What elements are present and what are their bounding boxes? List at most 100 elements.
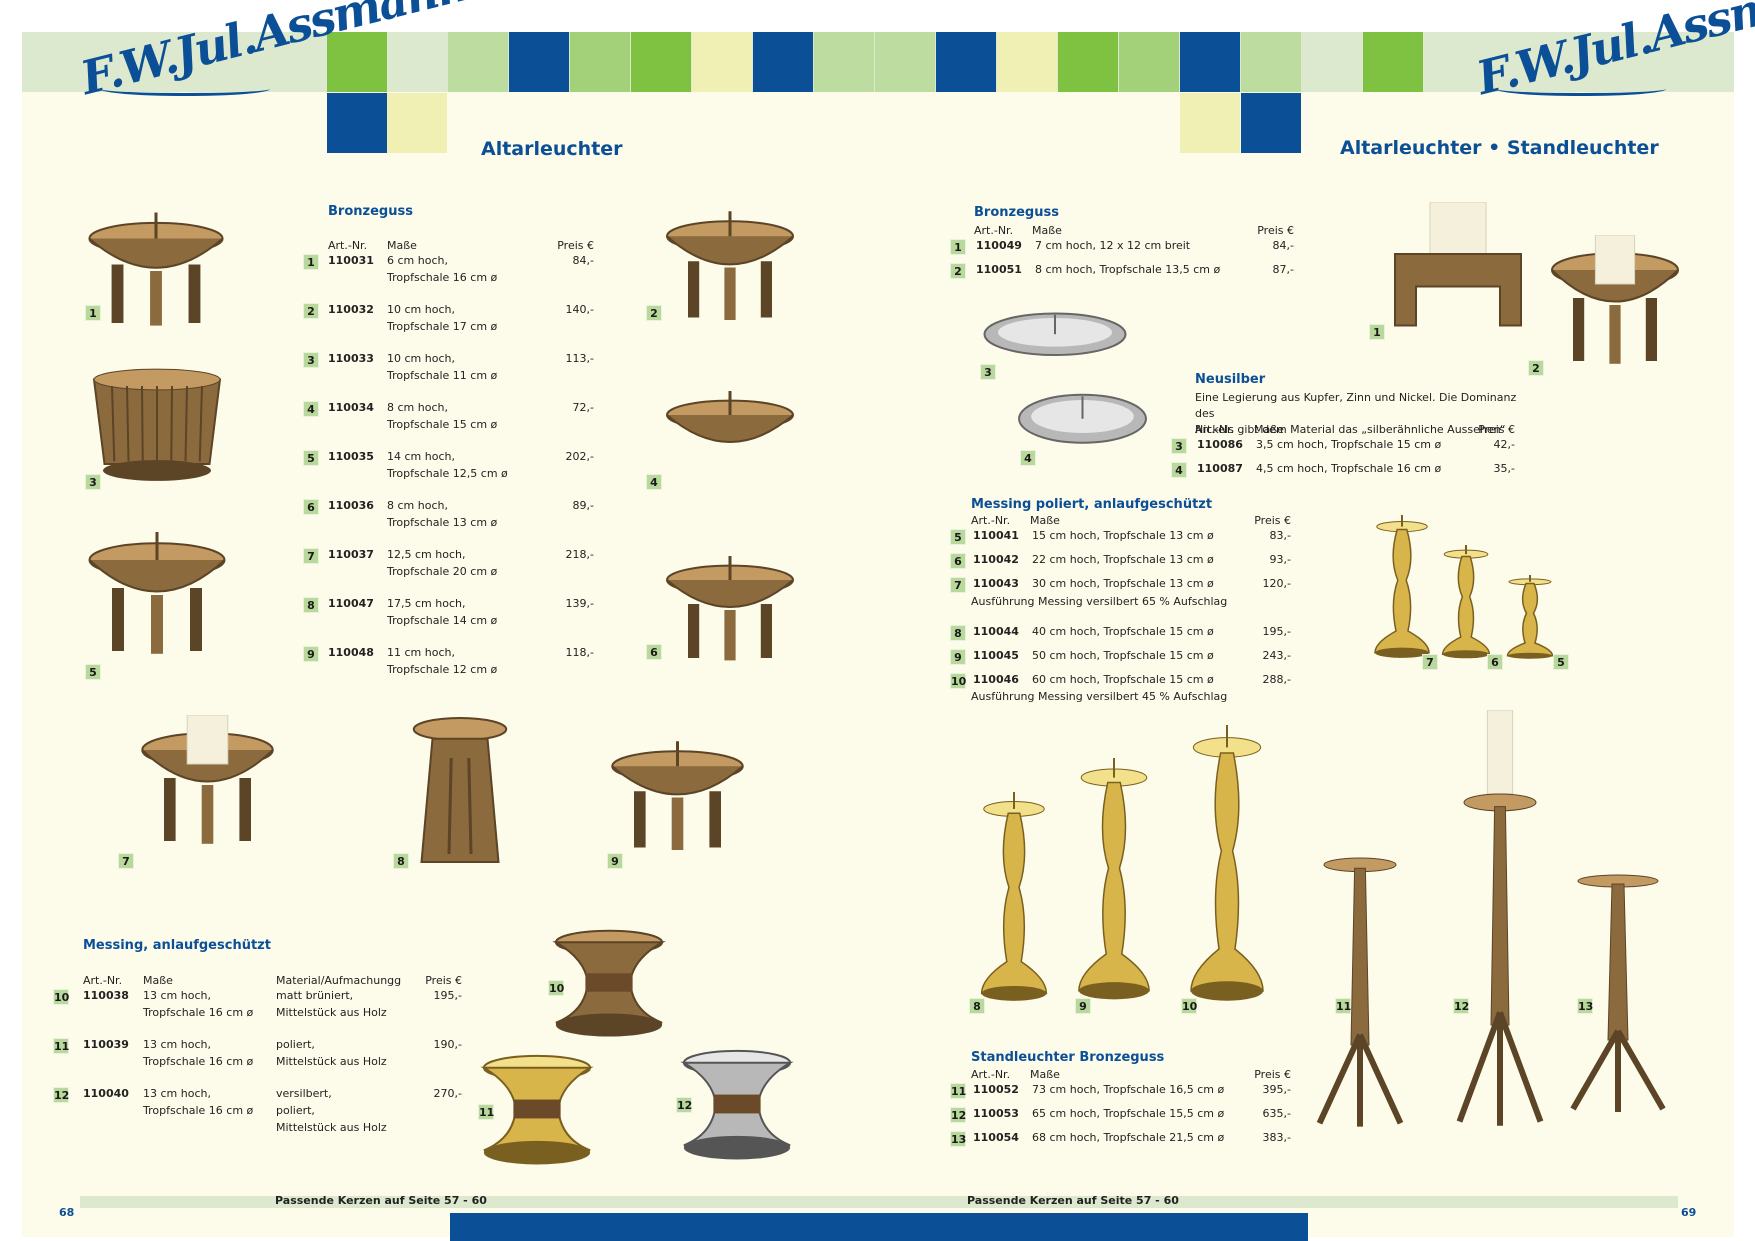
mass-line-2: Tropfschale 11 cm ø [387,369,498,382]
price: 195,- [1262,625,1291,638]
candleholder-photo [680,1049,794,1160]
section-heading-bronzeguss-left: Bronzeguss [328,204,413,219]
price: 118,- [565,646,594,659]
art-number: 110036 [328,499,374,512]
photo-number-badge: 3 [85,474,101,490]
item-number-badge: 4 [303,401,319,417]
material-line-3: Mittelstück aus Holz [276,1121,387,1134]
candleholder-photo [611,741,744,850]
mass-line-2: Tropfschale 12,5 cm ø [387,467,508,480]
section-heading-neusilber: Neusilber [1195,372,1266,387]
price: 288,- [1262,673,1291,686]
art-number: 110035 [328,450,374,463]
header-square [631,32,691,92]
item-number-badge: 6 [950,553,966,569]
candleholder-photo [1551,235,1679,364]
item-number-badge: 11 [53,1038,70,1054]
photo-number-badge: 5 [85,664,101,680]
material-line-1: poliert, [276,1038,315,1051]
mass: 4,5 cm hoch, Tropfschale 16 cm ø [1256,462,1442,475]
item-number-badge: 8 [950,625,966,641]
footer-blue-bar [450,1213,1308,1241]
neusilber-desc-line1: Eine Legierung aus Kupfer, Zinn und Nick… [1195,391,1517,420]
art-number: 110032 [328,303,374,316]
header-square [387,93,447,153]
candleholder-photo [1374,515,1430,658]
price: 395,- [1262,1083,1291,1096]
photo-number-badge: 6 [646,644,662,660]
header-square [327,93,387,153]
logo-underline-right [1496,82,1666,96]
item-number-badge: 3 [303,352,319,368]
candleholder-photo [666,556,794,661]
candleholder-photo [88,532,226,654]
surcharge-note-b: Ausführung Messing versilbert 45 % Aufsc… [971,690,1228,703]
col-header-price: Preis € [557,239,594,252]
photo-number-badge: 2 [1528,360,1544,376]
candleholder-photo [1316,857,1404,1127]
col-header-art: Art.-Nr. [971,1068,1011,1081]
col-header-mass: Maße [387,239,417,252]
item-number-badge: 11 [950,1083,967,1099]
mass: 73 cm hoch, Tropfschale 16,5 cm ø [1032,1083,1225,1096]
item-number-badge: 7 [303,548,319,564]
mass-line-2: Tropfschale 20 cm ø [387,565,498,578]
candleholder-photo [92,368,222,481]
item-number-badge: 1 [303,254,319,270]
col-header-art: Art.-Nr. [83,974,123,987]
mass-line-1: 6 cm hoch, [387,254,448,267]
mass-line-1: 17,5 cm hoch, [387,597,466,610]
header-square [814,32,874,92]
header-square [936,32,996,92]
col-header-art: Art.-Nr. [974,224,1014,237]
mass-line-1: 11 cm hoch, [387,646,455,659]
photo-number-badge: 11 [1335,998,1352,1014]
mass: 3,5 cm hoch, Tropfschale 15 cm ø [1256,438,1442,451]
material-line-2: Mittelstück aus Holz [276,1006,387,1019]
candleholder-photo [1394,202,1522,327]
price: 89,- [572,499,594,512]
price: 383,- [1262,1131,1291,1144]
candleholder-photo [412,717,508,863]
header-square [1058,32,1118,92]
header-square [1241,32,1301,92]
candleholder-photo [1456,710,1544,1126]
mass-line-2: Tropfschale 14 cm ø [387,614,498,627]
price: 35,- [1493,462,1515,475]
photo-number-badge: 9 [607,853,623,869]
mass-line-1: 8 cm hoch, [387,499,448,512]
photo-number-badge: 10 [1181,998,1198,1014]
col-header-price: Preis € [425,974,462,987]
art-number: 110049 [976,239,1022,252]
col-header-mass: Maße [1032,224,1062,237]
material-line-1: versilbert, [276,1087,332,1100]
col-header-mass: Maße [1254,423,1284,436]
art-number: 110047 [328,597,374,610]
item-number-badge: 1 [950,239,966,255]
material-line-2: Mittelstück aus Holz [276,1055,387,1068]
photo-number-badge: 4 [1020,450,1036,466]
header-square [387,32,447,92]
mass: 50 cm hoch, Tropfschale 15 cm ø [1032,649,1214,662]
item-number-badge: 12 [53,1087,70,1103]
candleholder-photo [1190,725,1264,1001]
art-number: 110048 [328,646,374,659]
mass: 22 cm hoch, Tropfschale 13 cm ø [1032,553,1214,566]
col-header-price: Preis € [1254,514,1291,527]
mass-line-2: Tropfschale 15 cm ø [387,418,498,431]
price: 195,- [433,989,462,1002]
art-number: 110031 [328,254,374,267]
mass: 7 cm hoch, 12 x 12 cm breit [1035,239,1191,252]
candleholder-photo [1570,874,1666,1112]
mass: 40 cm hoch, Tropfschale 15 cm ø [1032,625,1214,638]
material-line-1: matt brüniert, [276,989,354,1002]
price: 83,- [1269,529,1291,542]
art-number: 110051 [976,263,1022,276]
mass-line-2: Tropfschale 13 cm ø [387,516,498,529]
header-square [509,32,569,92]
photo-number-badge: 8 [393,853,409,869]
mass-line-1: 13 cm hoch, [143,1038,211,1051]
col-header-price: Preis € [1254,1068,1291,1081]
header-square [1180,93,1240,153]
mass-line-1: 13 cm hoch, [143,989,211,1002]
